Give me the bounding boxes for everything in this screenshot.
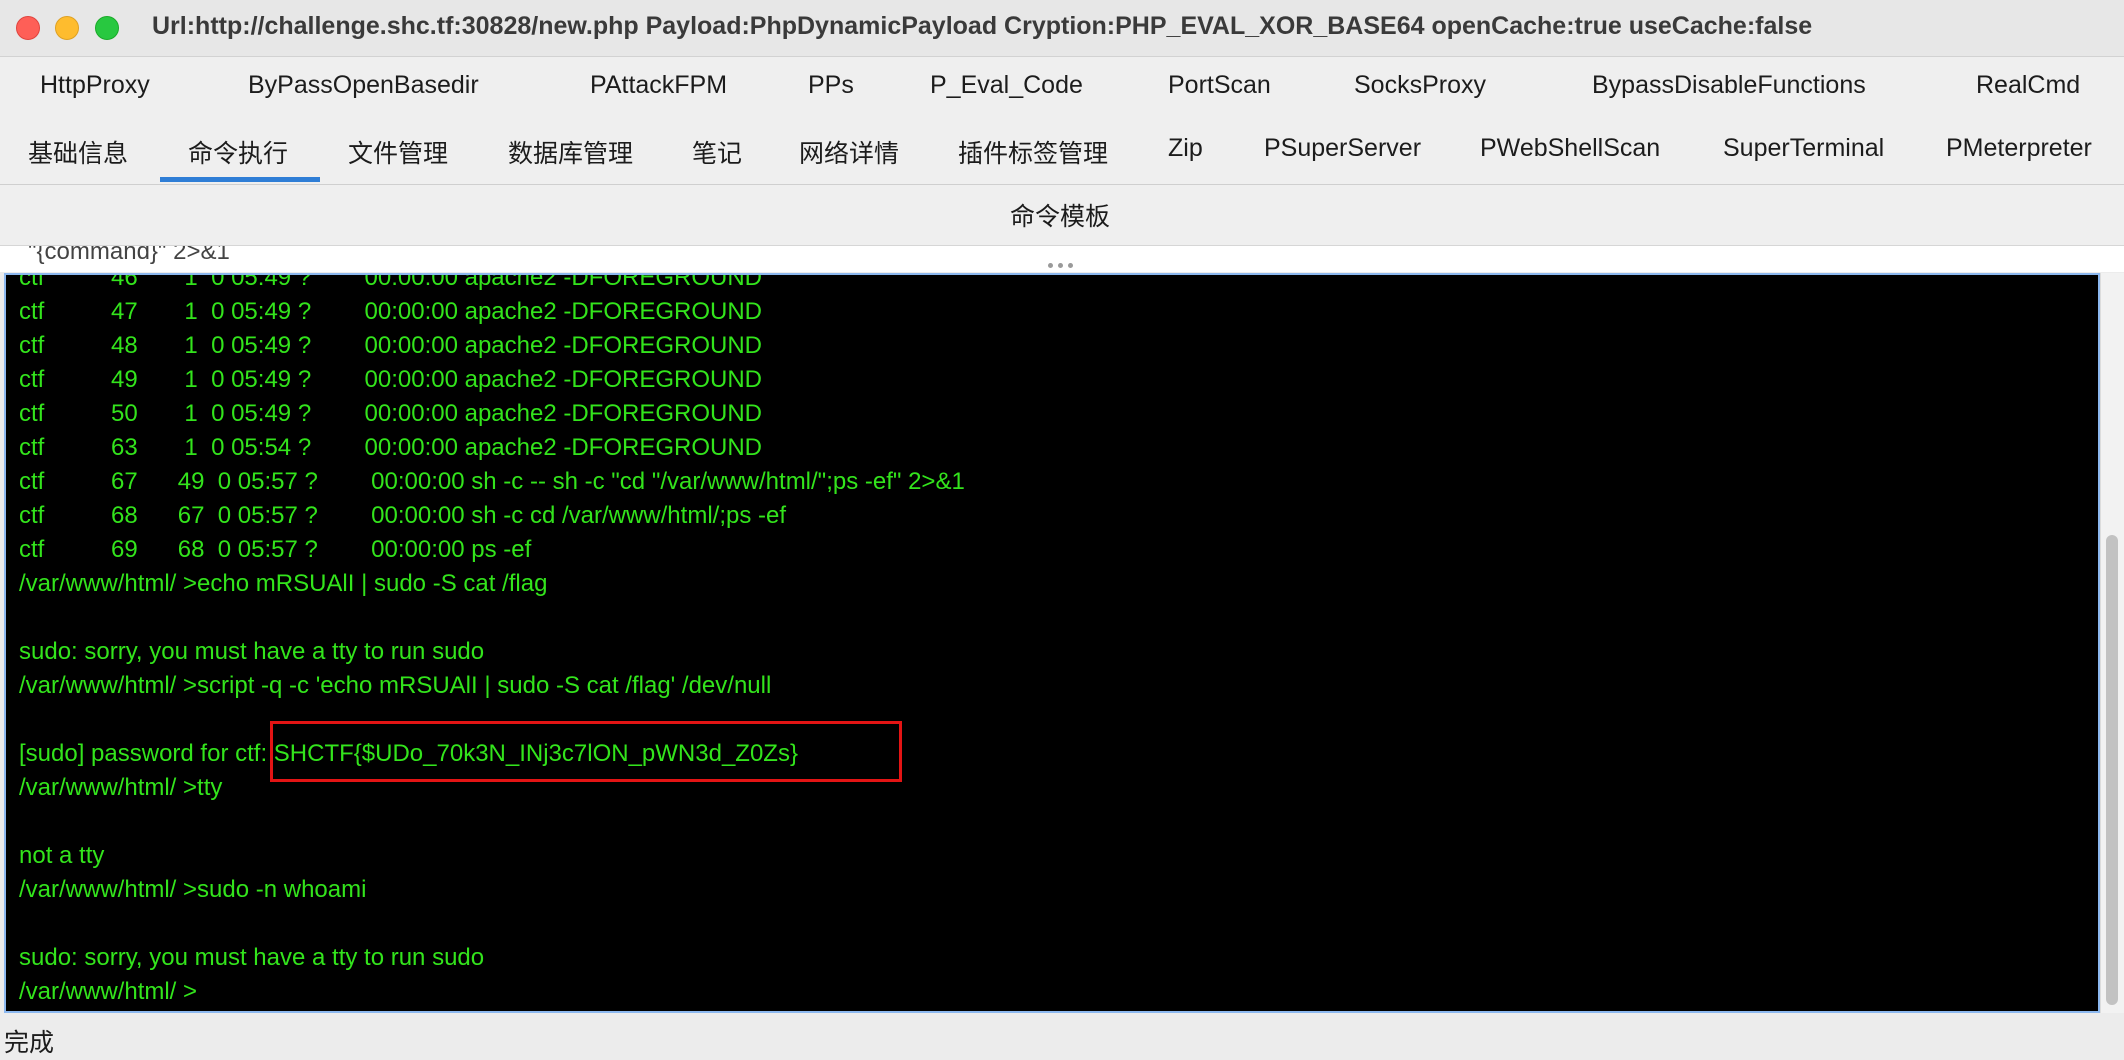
terminal-line: ctf 46 1 0 05:49 ? 00:00:00 apache2 -DFO… bbox=[19, 273, 763, 291]
command-template-text: "{command}" 2>&1 bbox=[28, 246, 230, 265]
command-toolbar: 命令模板 bbox=[0, 185, 2124, 246]
tab-plugin-tag-manager[interactable]: 插件标签管理 bbox=[958, 134, 1108, 170]
terminal-line: ctf 68 67 0 05:57 ? 00:00:00 sh -c cd /v… bbox=[19, 502, 787, 529]
window-title: Url:http://challenge.shc.tf:30828/new.ph… bbox=[152, 12, 1813, 40]
tab-pps[interactable]: PPs bbox=[808, 71, 854, 100]
status-bar: 完成 bbox=[0, 1013, 2124, 1060]
terminal-line: sudo: sorry, you must have a tty to run … bbox=[19, 638, 485, 665]
tab-socksproxy[interactable]: SocksProxy bbox=[1354, 71, 1486, 100]
tab-basic-info[interactable]: 基础信息 bbox=[28, 134, 128, 170]
tab-p-eval-code[interactable]: P_Eval_Code bbox=[930, 71, 1083, 100]
plugin-tab-row: HttpProxy ByPassOpenBasedir PAttackFPM P… bbox=[0, 57, 2124, 120]
tab-pmeterpreter[interactable]: PMeterpreter bbox=[1946, 134, 2092, 163]
tab-httpproxy[interactable]: HttpProxy bbox=[40, 71, 150, 100]
tab-bypassdisablefunctions[interactable]: BypassDisableFunctions bbox=[1592, 71, 1866, 100]
tab-zip[interactable]: Zip bbox=[1168, 134, 1203, 163]
tab-realcmd[interactable]: RealCmd bbox=[1976, 71, 2080, 100]
minimize-window-button[interactable] bbox=[55, 16, 79, 40]
tab-pwebshellscan[interactable]: PWebShellScan bbox=[1480, 134, 1660, 163]
scrollbar-thumb[interactable] bbox=[2106, 535, 2118, 1005]
command-template-button[interactable]: 命令模板 bbox=[1010, 197, 1110, 233]
tab-psuperserver[interactable]: PSuperServer bbox=[1264, 134, 1421, 163]
terminal-line: ctf 69 68 0 05:57 ? 00:00:00 ps -ef bbox=[19, 536, 532, 563]
terminal-output[interactable]: ctf 46 1 0 05:49 ? 00:00:00 apache2 -DFO… bbox=[4, 273, 2100, 1013]
terminal-line: /var/www/html/ >echo mRSUAlI | sudo -S c… bbox=[19, 570, 548, 597]
terminal-line: /var/www/html/ > bbox=[19, 978, 198, 1005]
tab-database-manager[interactable]: 数据库管理 bbox=[508, 134, 633, 170]
main-tab-row: 基础信息 命令执行 文件管理 数据库管理 笔记 网络详情 插件标签管理 Zip … bbox=[0, 120, 2124, 185]
terminal-line: ctf 50 1 0 05:49 ? 00:00:00 apache2 -DFO… bbox=[19, 400, 763, 427]
terminal-line: not a tty bbox=[19, 842, 105, 869]
title-bar: Url:http://challenge.shc.tf:30828/new.ph… bbox=[0, 0, 2124, 57]
tab-bypassopenbasedir[interactable]: ByPassOpenBasedir bbox=[248, 71, 479, 100]
terminal-line: ctf 63 1 0 05:54 ? 00:00:00 apache2 -DFO… bbox=[19, 434, 763, 461]
active-tab-indicator bbox=[160, 177, 320, 182]
tab-file-manager[interactable]: 文件管理 bbox=[348, 134, 448, 170]
splitter[interactable]: "{command}" 2>&1 bbox=[0, 246, 2124, 272]
status-text: 完成 bbox=[4, 1029, 55, 1057]
tab-command-exec[interactable]: 命令执行 bbox=[188, 134, 288, 170]
terminal-scrollbar[interactable] bbox=[2100, 273, 2124, 1013]
terminal-line: ctf 47 1 0 05:49 ? 00:00:00 apache2 -DFO… bbox=[19, 298, 763, 325]
tab-portscan[interactable]: PortScan bbox=[1168, 71, 1271, 100]
tab-superterminal[interactable]: SuperTerminal bbox=[1723, 134, 1884, 163]
terminal-lines: ctf 46 1 0 05:49 ? 00:00:00 apache2 -DFO… bbox=[19, 273, 965, 1009]
terminal-line: ctf 49 1 0 05:49 ? 00:00:00 apache2 -DFO… bbox=[19, 366, 763, 393]
tab-notes[interactable]: 笔记 bbox=[692, 134, 742, 170]
terminal-line: /var/www/html/ >script -q -c 'echo mRSUA… bbox=[19, 672, 772, 699]
terminal-line: sudo: sorry, you must have a tty to run … bbox=[19, 944, 485, 971]
terminal-line: /var/www/html/ >sudo -n whoami bbox=[19, 876, 367, 903]
tab-network-details[interactable]: 网络详情 bbox=[799, 134, 899, 170]
maximize-window-button[interactable] bbox=[95, 16, 119, 40]
terminal-line: ctf 48 1 0 05:49 ? 00:00:00 apache2 -DFO… bbox=[19, 332, 763, 359]
close-window-button[interactable] bbox=[16, 16, 40, 40]
splitter-grip-icon[interactable] bbox=[1048, 263, 1076, 269]
flag-highlight-box bbox=[270, 721, 902, 782]
terminal-line: ctf 67 49 0 05:57 ? 00:00:00 sh -c -- sh… bbox=[19, 468, 965, 495]
tab-pattackfpm[interactable]: PAttackFPM bbox=[590, 71, 727, 100]
